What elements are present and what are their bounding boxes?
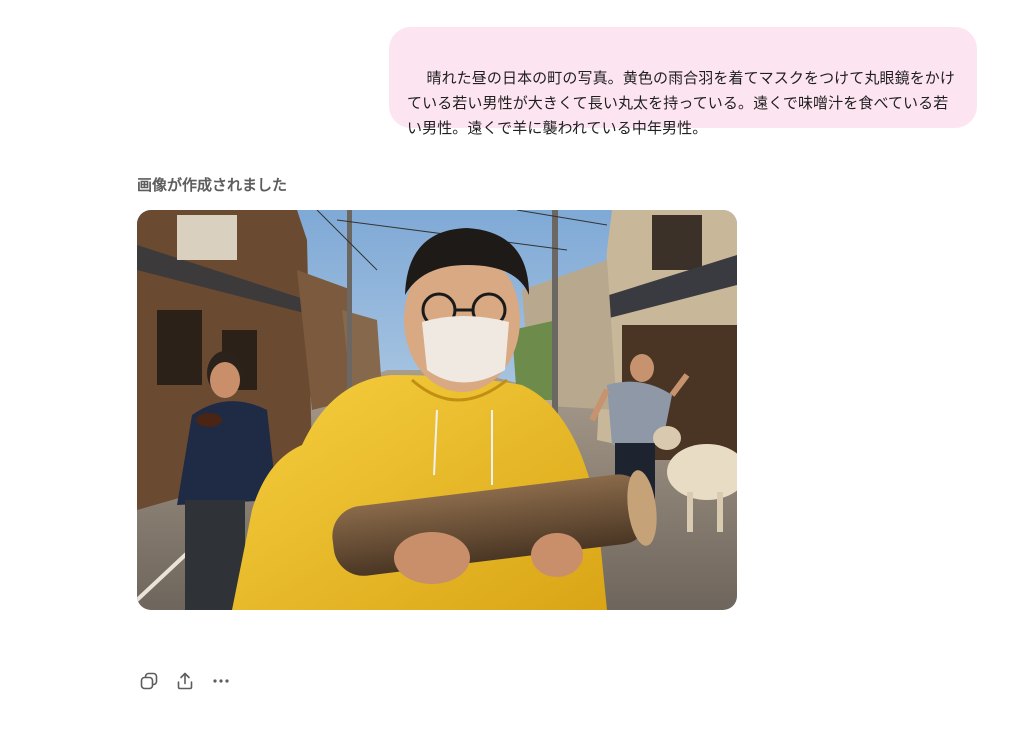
more-options-button[interactable]: [206, 666, 236, 696]
copy-button[interactable]: [134, 666, 164, 696]
share-button[interactable]: [170, 666, 200, 696]
chat-page: 晴れた昼の日本の町の写真。黄色の雨合羽を着てマスクをつけて丸眼鏡をかけている若い…: [0, 0, 1018, 731]
more-horizontal-icon: [213, 679, 229, 683]
generated-photo-illustration: [137, 210, 737, 610]
share-icon: [177, 672, 193, 690]
generated-image[interactable]: [137, 210, 737, 610]
user-message-text: 晴れた昼の日本の町の写真。黄色の雨合羽を着てマスクをつけて丸眼鏡をかけている若い…: [407, 69, 955, 137]
image-created-status: 画像が作成されました: [137, 176, 288, 194]
copy-icon: [140, 672, 158, 690]
message-action-bar: [134, 666, 236, 696]
user-message-bubble: 晴れた昼の日本の町の写真。黄色の雨合羽を着てマスクをつけて丸眼鏡をかけている若い…: [389, 27, 977, 137]
